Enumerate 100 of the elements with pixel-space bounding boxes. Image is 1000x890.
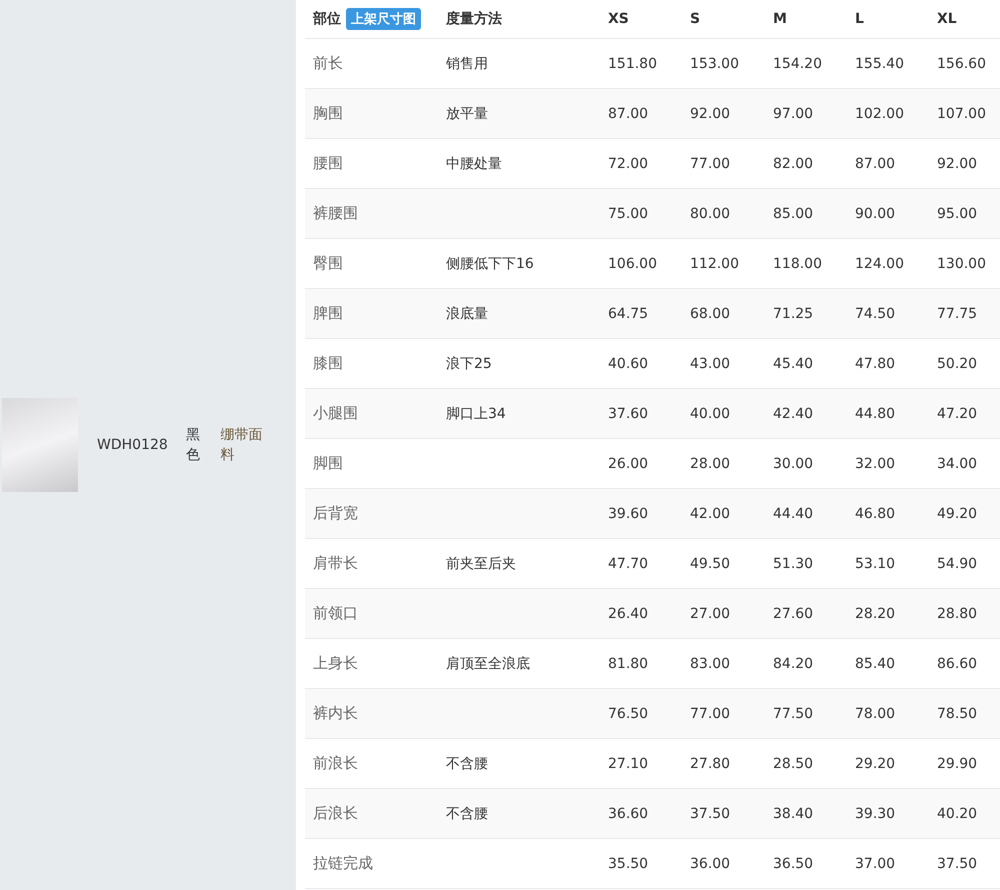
table-cell-text: 脾围 — [312, 304, 344, 323]
column-header: 部位 — [313, 10, 341, 28]
table-cell-text: 小腿围 — [312, 404, 359, 423]
table-cell-text: 34.00 — [936, 456, 978, 472]
table-cell-text: 肩顶至全浪底 — [445, 654, 531, 672]
table-cell-text: 81.80 — [607, 656, 650, 672]
table-cell-text: 裤内长 — [312, 704, 359, 723]
table-cell-text: 30.00 — [772, 456, 814, 472]
table-cell-text: 92.00 — [936, 156, 978, 172]
table-cell-text: 脚围 — [312, 454, 344, 473]
table-cell-text: 47.70 — [607, 556, 650, 572]
table-cell-text: 27.80 — [689, 756, 732, 772]
table-cell-text: 76.50 — [607, 706, 650, 722]
table-cell-text: 27.10 — [607, 756, 650, 772]
table-cell-text: 97.00 — [772, 106, 814, 122]
table-cell-text: 40.00 — [689, 406, 732, 422]
table-cell-text: 82.00 — [772, 156, 814, 172]
table-cell-text: 44.40 — [772, 506, 814, 522]
size-chart-button[interactable]: 上架尺寸图 — [346, 8, 421, 30]
table-cell-text: 46.80 — [854, 506, 896, 522]
table-cell-text: 39.30 — [854, 806, 896, 822]
column-header: XS — [607, 11, 630, 27]
table-cell-text: 74.50 — [854, 306, 896, 322]
table-cell-text: 42.40 — [772, 406, 814, 422]
table-cell-text: 上身长 — [312, 654, 359, 673]
table-cell-text: 49.20 — [936, 506, 978, 522]
table-cell-text: 放平量 — [445, 104, 489, 122]
table-cell-text: 脚口上34 — [445, 404, 507, 422]
table-cell-text: 155.40 — [854, 56, 905, 72]
table-cell-text: 130.00 — [936, 256, 987, 272]
table-cell-text: 侧腰低下下16 — [445, 254, 535, 272]
table-cell-text: 50.20 — [936, 356, 978, 372]
table-cell-text: 102.00 — [854, 106, 905, 122]
table-cell-text: 后浪长 — [312, 804, 359, 823]
table-cell-text: 83.00 — [689, 656, 732, 672]
table-cell-text: 前长 — [312, 54, 344, 73]
table-cell-text: 72.00 — [607, 156, 650, 172]
table-cell-text: 71.25 — [772, 306, 814, 322]
table-cell-text: 35.50 — [607, 856, 650, 872]
table-cell-text: 51.30 — [772, 556, 814, 572]
table-cell-text: 32.00 — [854, 456, 896, 472]
table-cell-text: 前夹至后夹 — [445, 554, 517, 572]
product-color: 黑色 — [186, 426, 201, 465]
table-cell-text: 36.00 — [689, 856, 732, 872]
table-cell-text: 75.00 — [607, 206, 650, 222]
column-header: M — [772, 11, 788, 27]
table-cell-text: 26.00 — [607, 456, 650, 472]
table-cell-text: 36.60 — [607, 806, 650, 822]
table-cell-text: 64.75 — [607, 306, 650, 322]
table-cell-text: 前浪长 — [312, 754, 359, 773]
product-material: 绷带面料 — [220, 426, 264, 465]
table-cell-text: 151.80 — [607, 56, 658, 72]
table-cell-text: 87.00 — [854, 156, 896, 172]
column-header: 度量方法 — [444, 10, 503, 28]
table-cell-text: 47.80 — [854, 356, 896, 372]
table-cell-text: 臀围 — [312, 254, 344, 273]
table-cell-text: 54.90 — [936, 556, 978, 572]
table-cell-text: 中腰处量 — [445, 154, 503, 172]
table-cell-text: 37.60 — [607, 406, 650, 422]
table-cell-text: 28.80 — [936, 606, 978, 622]
table-cell-text: 107.00 — [936, 106, 987, 122]
table-cell-text: 77.75 — [936, 306, 978, 322]
table-cell-text: 154.20 — [772, 56, 823, 72]
table-cell-text: 37.50 — [689, 806, 732, 822]
table-cell-text: 28.50 — [772, 756, 814, 772]
table-cell-text: 77.00 — [689, 156, 732, 172]
table-cell-text: 拉链完成 — [312, 854, 374, 873]
column-header: S — [689, 11, 702, 27]
table-cell-text: 后背宽 — [312, 504, 359, 523]
table-cell-text: 77.50 — [772, 706, 814, 722]
table-cell-text: 90.00 — [854, 206, 896, 222]
table-cell-text: 前领口 — [312, 604, 359, 623]
table-cell-text: 112.00 — [689, 256, 740, 272]
table-cell-text: 膝围 — [312, 354, 344, 373]
table-cell-text: 153.00 — [689, 56, 740, 72]
table-cell-text: 26.40 — [607, 606, 650, 622]
table-cell-text: 39.60 — [607, 506, 650, 522]
table-cell-text: 42.00 — [689, 506, 732, 522]
table-cell-text: 124.00 — [854, 256, 905, 272]
table-cell-text: 28.20 — [854, 606, 896, 622]
table-cell-text: 27.60 — [772, 606, 814, 622]
table-cell-text: 156.60 — [936, 56, 987, 72]
table-cell-text: 浪下25 — [445, 354, 493, 372]
table-cell-text: 68.00 — [689, 306, 732, 322]
table-cell-text: 106.00 — [607, 256, 658, 272]
table-cell-text: 40.20 — [936, 806, 978, 822]
column-header: XL — [936, 11, 958, 27]
table-cell-text: 肩带长 — [312, 554, 359, 573]
table-cell-text: 浪底量 — [445, 304, 489, 322]
table-cell-text: 37.50 — [936, 856, 978, 872]
table-cell-text: 53.10 — [854, 556, 896, 572]
table-cell-text: 27.00 — [689, 606, 732, 622]
product-code: WDH0128 — [97, 437, 167, 453]
table-cell-text: 不含腰 — [445, 804, 489, 822]
table-cell-text: 43.00 — [689, 356, 732, 372]
table-cell-text: 不含腰 — [445, 754, 489, 772]
table-cell-text: 49.50 — [689, 556, 732, 572]
table-cell-text: 37.00 — [854, 856, 896, 872]
table-cell-text: 38.40 — [772, 806, 814, 822]
table-cell-text: 85.40 — [854, 656, 896, 672]
